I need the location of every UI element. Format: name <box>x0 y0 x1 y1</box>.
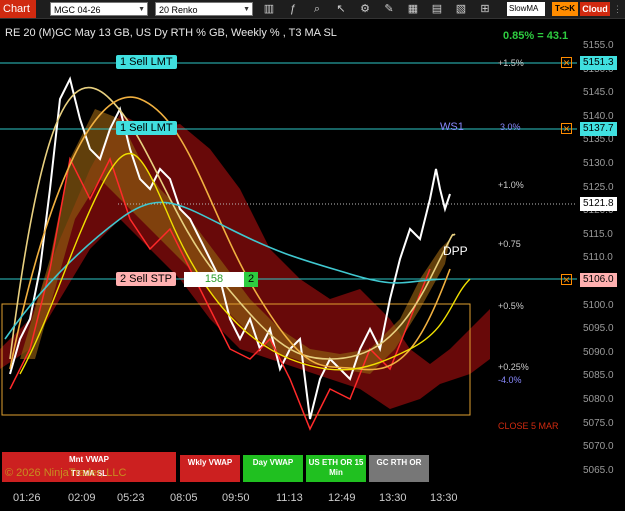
level-ws1: WS1 <box>440 121 464 133</box>
bar-chart-icon[interactable]: ▥ <box>262 2 276 16</box>
grid-icon[interactable]: ▤ <box>430 2 444 16</box>
mnt-vwap-label: Mnt VWAP <box>69 455 109 464</box>
price-tick: 5100.0 <box>583 299 614 311</box>
sell-limit-order-2[interactable]: 1 Sell LMT <box>116 121 177 135</box>
time-tick: 08:05 <box>170 492 198 504</box>
time-tick: 13:30 <box>379 492 407 504</box>
level-dpp: DPP <box>443 244 468 258</box>
level-3-0: 3.0% <box>500 122 521 132</box>
chart-toolbar: Chart MGC 04-26 ▼ 20 Renko ▼ ▥ ƒ ⌕ ↖ ⚙ ✎ ▦… <box>0 0 625 19</box>
level-plus-0-25: +0.25% <box>498 362 529 372</box>
time-tick: 12:49 <box>328 492 356 504</box>
sell-stop-order[interactable]: 2 Sell STP <box>116 272 176 286</box>
bar-type-selector[interactable]: 20 Renko ▼ <box>155 2 253 16</box>
indicators-icon[interactable]: ƒ <box>286 2 300 16</box>
chevron-down-icon: ▼ <box>243 6 250 13</box>
copyright-notice: © 2026 NinjaTrader, LLC <box>5 467 127 479</box>
level-plus-1-5: +1.5% <box>498 58 524 68</box>
cloud-button[interactable]: Cloud <box>580 2 610 16</box>
day-vwap-button[interactable]: Day VWAP <box>243 455 303 482</box>
price-tick: 5075.0 <box>583 417 614 429</box>
level-minus-4-0: -4.0% <box>498 375 522 385</box>
stop-price-tag: 5106.0 <box>580 273 617 287</box>
close-order-icon[interactable]: ✕ <box>561 274 572 285</box>
tk-button[interactable]: T<>K <box>552 2 578 16</box>
price-tick: 5110.0 <box>583 252 613 264</box>
settings-icon[interactable]: ⚙ <box>358 2 372 16</box>
last-price-tag: 5121.8 <box>580 197 617 211</box>
level-plus-0-5: +0.5% <box>498 301 524 311</box>
chart-title: RE 20 (M)GC May 13 GB, US Dy RTH % GB, W… <box>5 27 337 39</box>
price-tick: 5070.0 <box>583 441 614 453</box>
pencil-icon[interactable]: ✎ <box>382 2 396 16</box>
stop-order-quantity[interactable]: 158 <box>184 272 244 287</box>
price-tick: 5130.0 <box>583 158 614 169</box>
instrument-value: MGC 04-26 <box>54 5 101 15</box>
time-tick: 11:13 <box>276 492 303 504</box>
level-plus-1-0: +1.0% <box>498 180 524 190</box>
pointer-icon[interactable]: ↖ <box>334 2 348 16</box>
level-close-5-mar: CLOSE 5 MAR <box>498 421 559 431</box>
percent-change-readout: 0.85% = 43.1 <box>503 30 569 42</box>
sell-limit-order-1[interactable]: 1 Sell LMT <box>116 55 177 69</box>
price-tick: 5065.0 <box>583 464 614 476</box>
price-tick: 5155.0 <box>583 40 614 51</box>
order-price-tag-1: 5151.3 <box>580 56 617 70</box>
close-order-icon[interactable]: ✕ <box>561 57 572 68</box>
level-plus-0-75: +0.75 <box>498 239 521 249</box>
instrument-selector[interactable]: MGC 04-26 ▼ <box>50 2 148 16</box>
price-tick: 5135.0 <box>583 134 614 146</box>
price-tick: 5080.0 <box>583 394 614 405</box>
grip-icon[interactable]: ⋮ <box>613 3 622 15</box>
wkly-vwap-button[interactable]: Wkly VWAP <box>180 455 240 482</box>
bar-type-value: 20 Renko <box>159 5 198 15</box>
chart-tab[interactable]: Chart <box>0 0 36 18</box>
stop-order-count[interactable]: 2 <box>244 272 258 287</box>
chevron-down-icon: ▼ <box>138 6 145 13</box>
price-tick: 5090.0 <box>583 346 614 358</box>
price-tick: 5145.0 <box>583 87 614 99</box>
template-icon[interactable]: ▧ <box>454 2 468 16</box>
price-tick: 5085.0 <box>583 370 614 382</box>
time-tick: 01:26 <box>13 492 41 504</box>
layout-icon[interactable]: ▦ <box>406 2 420 16</box>
price-tick: 5095.0 <box>583 323 614 335</box>
price-tick: 5125.0 <box>583 181 614 193</box>
slowma-selector[interactable]: SlowMA <box>507 2 545 16</box>
time-tick: 05:23 <box>117 492 145 504</box>
price-chart[interactable] <box>0 19 577 487</box>
price-tick: 5115.0 <box>583 228 613 240</box>
close-order-icon[interactable]: ✕ <box>561 123 572 134</box>
time-tick: 13:30 <box>430 492 458 504</box>
zoom-icon[interactable]: ⌕ <box>310 2 324 16</box>
time-tick: 02:09 <box>68 492 96 504</box>
time-tick: 09:50 <box>222 492 250 504</box>
properties-icon[interactable]: ⊞ <box>478 2 492 16</box>
order-price-tag-2: 5137.7 <box>580 122 617 136</box>
gc-rth-or-button[interactable]: GC RTH OR <box>369 455 429 482</box>
price-tick: 5140.0 <box>583 110 614 122</box>
us-eth-or-15-min-button[interactable]: US ETH OR 15 Min <box>306 455 366 482</box>
